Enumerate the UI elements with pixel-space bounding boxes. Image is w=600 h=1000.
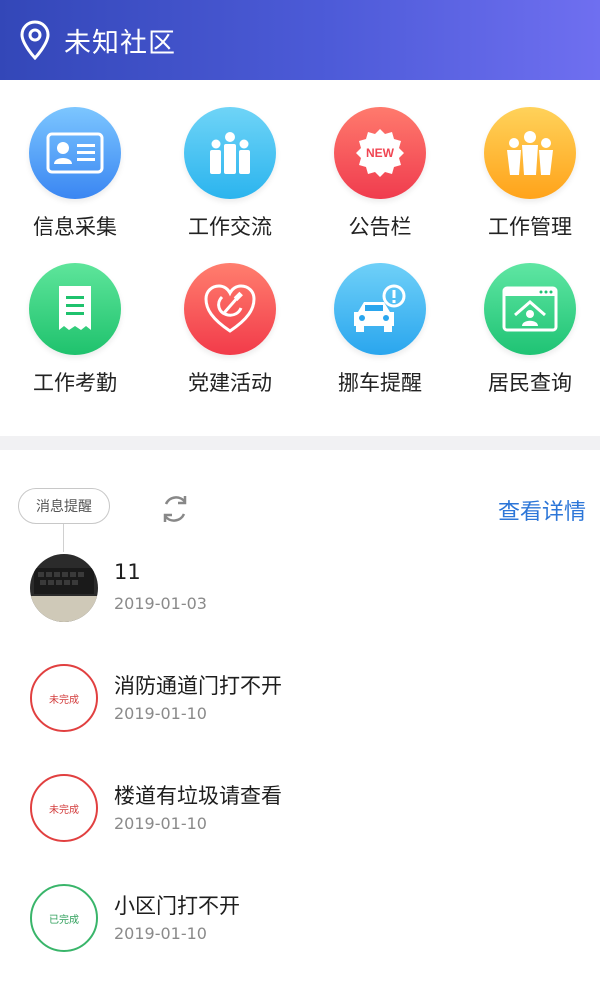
- grid-item-label: 信息采集: [33, 215, 117, 239]
- car-alert-icon: [334, 263, 426, 355]
- list-item[interactable]: 未完成 楼道有垃圾请查看 2019-01-10: [0, 768, 600, 878]
- grid-item-party-activities[interactable]: 党建活动: [155, 263, 305, 413]
- community-name[interactable]: 未知社区: [64, 21, 176, 60]
- message-date: 2019-01-03: [114, 594, 207, 613]
- message-title: 楼道有垃圾请查看: [114, 784, 282, 808]
- grid-item-bulletin-board[interactable]: NEW 公告栏: [305, 107, 455, 257]
- grid-item-label: 工作考勤: [33, 371, 117, 395]
- list-item[interactable]: 11 2019-01-03: [0, 548, 600, 658]
- grid-item-attendance[interactable]: 工作考勤: [0, 263, 150, 413]
- people-group-icon: [184, 107, 276, 199]
- section-divider: [0, 436, 600, 450]
- message-date: 2019-01-10: [114, 814, 207, 833]
- grid-item-info-collection[interactable]: 信息采集: [0, 107, 150, 257]
- team-icon: [484, 107, 576, 199]
- grid-item-label: 工作交流: [188, 215, 272, 239]
- message-title: 11: [114, 560, 141, 584]
- id-card-icon: [29, 107, 121, 199]
- message-thumbnail: [30, 554, 98, 622]
- grid-item-work-exchange[interactable]: 工作交流: [155, 107, 305, 257]
- status-stamp: 未完成: [30, 774, 98, 842]
- list-item[interactable]: 已完成 小区门打不开 2019-01-10: [0, 878, 600, 988]
- grid-item-label: 公告栏: [348, 215, 412, 239]
- message-date: 2019-01-10: [114, 924, 207, 943]
- svg-text:NEW: NEW: [366, 146, 395, 160]
- grid-item-label: 党建活动: [188, 371, 272, 395]
- grid-item-label: 居民查询: [488, 371, 572, 395]
- hammer-sickle-heart-icon: [184, 263, 276, 355]
- list-item[interactable]: 未完成 消防通道门打不开 2019-01-10: [0, 658, 600, 768]
- view-details-link[interactable]: 查看详情: [498, 494, 586, 526]
- resident-window-icon: [484, 263, 576, 355]
- grid-item-move-car-reminder[interactable]: 挪车提醒: [305, 263, 455, 413]
- grid-item-work-management[interactable]: 工作管理: [455, 107, 600, 257]
- feature-grid: 信息采集 工作交流 NEW 公告栏 工作管理 工作考勤 党建活动 挪车提醒 居民…: [0, 95, 600, 425]
- location-pin-icon[interactable]: [18, 20, 52, 60]
- message-title: 小区门打不开: [114, 894, 240, 918]
- new-badge-icon: NEW: [334, 107, 426, 199]
- grid-item-label: 挪车提醒: [338, 371, 422, 395]
- messages-badge: 消息提醒: [18, 488, 110, 524]
- grid-item-label: 工作管理: [488, 215, 572, 239]
- message-title: 消防通道门打不开: [114, 674, 282, 698]
- status-stamp: 未完成: [30, 664, 98, 732]
- message-date: 2019-01-10: [114, 704, 207, 723]
- messages-header: 消息提醒 查看详情: [0, 488, 600, 528]
- refresh-icon[interactable]: [158, 492, 192, 526]
- status-stamp: 已完成: [30, 884, 98, 952]
- grid-item-resident-query[interactable]: 居民查询: [455, 263, 600, 413]
- receipt-icon: [29, 263, 121, 355]
- top-bar: 未知社区: [0, 0, 600, 80]
